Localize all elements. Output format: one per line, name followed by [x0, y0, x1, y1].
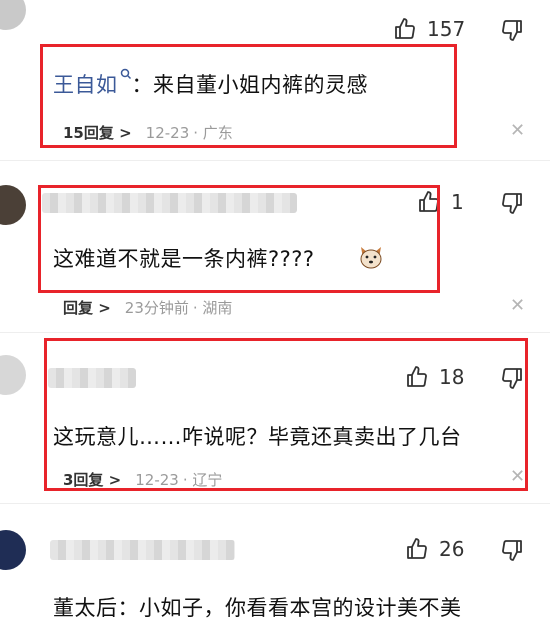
comment-meta: 3回复 > 12-23 · 辽宁 — [63, 469, 222, 490]
divider — [0, 503, 550, 504]
username[interactable]: 王自如 — [53, 73, 118, 97]
comment-location: · 湖南 — [192, 299, 233, 317]
separator: ： — [131, 73, 153, 97]
thumbs-up-icon — [395, 18, 415, 39]
like-count: 1 — [451, 190, 464, 214]
comment-date: 12-23 — [135, 470, 179, 489]
avatar[interactable] — [0, 0, 26, 30]
thumbs-down-icon[interactable] — [500, 191, 524, 215]
avatar[interactable] — [0, 185, 26, 225]
comment-date: 12-23 — [145, 123, 190, 142]
like-button[interactable]: 26 — [405, 537, 464, 561]
username-blurred[interactable] — [50, 540, 235, 560]
comment-location: · 辽宁 — [182, 471, 223, 489]
avatar[interactable] — [0, 355, 26, 395]
dog-face-icon — [360, 247, 382, 269]
comment-date: 23分钟前 — [124, 299, 189, 317]
close-icon[interactable]: ✕ — [510, 120, 525, 141]
highlight-box — [38, 185, 440, 293]
comment-text: 这玩意儿……咋说呢？毕竟还真卖出了几台 — [53, 425, 462, 449]
comment-text: 王自如 ：来自董小姐内裤的灵感 — [53, 68, 368, 99]
comment-text: 这难道不就是一条内裤???? — [53, 247, 315, 271]
comment-meta: 回复 > 23分钟前 · 湖南 — [63, 297, 232, 318]
avatar[interactable] — [0, 530, 26, 570]
comment-body: 来自董小姐内裤的灵感 — [153, 73, 368, 97]
thumbs-down-icon[interactable] — [500, 538, 524, 562]
reply-button[interactable]: 15回复 > — [63, 122, 132, 143]
thumbs-up-icon — [407, 538, 427, 559]
reply-button[interactable]: 回复 > — [63, 297, 111, 318]
divider — [0, 160, 550, 161]
thumbs-down-icon[interactable] — [500, 18, 524, 42]
reply-button[interactable]: 3回复 > — [63, 469, 121, 490]
comment-meta: 15回复 > 12-23 · 广东 — [63, 122, 233, 143]
like-button[interactable]: 157 — [393, 17, 465, 41]
like-count: 157 — [427, 17, 466, 41]
comment-text: 董太后：小如子，你看看本宫的设计美不美 — [53, 596, 462, 620]
search-badge-icon — [120, 68, 131, 80]
comment-location: · 广东 — [193, 124, 233, 142]
like-count: 26 — [439, 537, 465, 561]
close-icon[interactable]: ✕ — [510, 466, 525, 487]
divider — [0, 332, 550, 333]
close-icon[interactable]: ✕ — [510, 295, 525, 316]
